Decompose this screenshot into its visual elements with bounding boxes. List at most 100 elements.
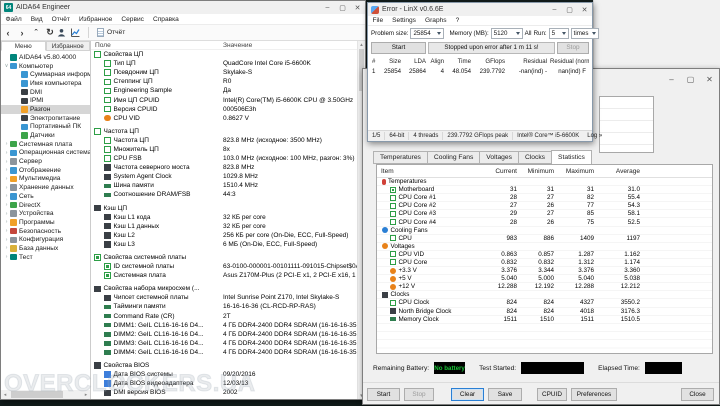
field-row[interactable]: DIMM1: GeIL CL16-16-16 D4... 4 ГБ DDR4-2… — [91, 321, 357, 330]
scrollbar-thumb[interactable] — [11, 391, 63, 398]
log-link[interactable]: Log » — [583, 132, 606, 140]
close-button[interactable]: Close — [681, 388, 714, 401]
linx-titlebar[interactable]: Error - LinX v0.6.6E – ▢ ✕ — [368, 3, 592, 16]
stats-row[interactable]: Voltages — [377, 243, 712, 251]
stats-row[interactable]: CPU Core 0.832 0.832 1.312 1.174 — [377, 259, 712, 268]
tree-item[interactable]: AIDA64 v5.80.4000 — [1, 53, 90, 62]
memory-all-label[interactable]: All — [525, 30, 532, 37]
stats-row[interactable]: CPU 983 886 1409 1197 — [377, 235, 712, 243]
tree-item[interactable]: DMI — [1, 88, 90, 97]
tree-item[interactable]: › Сеть — [1, 192, 90, 201]
menu-file[interactable]: Файл — [1, 16, 26, 23]
field-row[interactable]: Кэш L3 6 МБ (On-Die, ECC, Full-Speed) — [91, 240, 357, 249]
stats-row[interactable]: CPU VID 0.863 0.857 1.287 1.162 — [377, 251, 712, 259]
tree-expander-icon[interactable]: › — [3, 167, 10, 173]
stats-row[interactable]: CPU Core #2 27 26 77 54.3 — [377, 202, 712, 211]
stats-row[interactable]: Motherboard 31 31 31 31.0 — [377, 186, 712, 195]
stats-row[interactable]: CPU Core #3 29 27 85 58.1 — [377, 210, 712, 219]
stats-row[interactable]: CPU Core #1 28 27 82 55.4 — [377, 194, 712, 203]
forward-icon[interactable]: › — [15, 28, 29, 38]
field-row[interactable]: Кэш L1 данных 32 КБ per core — [91, 222, 357, 231]
tree-expander-icon[interactable]: › — [3, 254, 10, 260]
tree-item[interactable]: Электропитание — [1, 114, 90, 123]
tree-item[interactable]: › Тест — [1, 253, 90, 262]
tree-item[interactable]: › Хранение данных — [1, 183, 90, 192]
field-row[interactable]: DIMM3: GeIL CL16-16-16 D4... 4 ГБ DDR4-2… — [91, 339, 357, 348]
problem-size-select[interactable]: 25854 — [410, 27, 445, 39]
stop-button[interactable]: Stop — [404, 388, 434, 401]
maximize-icon[interactable]: ▢ — [681, 73, 700, 87]
save-button[interactable]: Save — [488, 388, 522, 401]
back-icon[interactable]: ‹ — [1, 28, 15, 38]
menu-graphs[interactable]: Graphs — [420, 17, 451, 24]
field-row[interactable]: Кэш ЦП — [91, 204, 357, 213]
tree-item[interactable]: › Сервер — [1, 157, 90, 166]
tree-expander-icon[interactable]: › — [3, 202, 10, 208]
aida64-titlebar[interactable]: 64 AIDA64 Engineer – ▢ ✕ — [1, 1, 365, 14]
tree-item[interactable]: › DirectX — [1, 201, 90, 210]
stats-row[interactable]: Clocks — [377, 291, 712, 300]
report-button[interactable]: Отчёт — [92, 26, 130, 39]
field-row[interactable]: Системная плата Asus Z170M-Plus (2 PCI-E… — [91, 271, 357, 280]
field-row[interactable]: Дата BIOS видеоадаптера 12/03/13 — [91, 379, 357, 388]
field-row[interactable]: Имя ЦП CPUID Intel(R) Core(TM) i5-6600K … — [91, 95, 357, 104]
tree-item[interactable]: ∨ Компьютер — [1, 62, 90, 71]
tree-expander-icon[interactable]: › — [3, 228, 10, 234]
cpuid-button[interactable]: CPUID — [537, 388, 567, 401]
stats-row[interactable]: CPU Core #4 28 26 75 52.5 — [377, 218, 712, 227]
start-button[interactable]: Start — [367, 388, 400, 401]
menu-help[interactable]: Справка — [148, 16, 183, 23]
minimize-icon[interactable]: – — [547, 3, 562, 16]
tree-item[interactable]: Разгон — [1, 105, 90, 114]
menu-help[interactable]: ? — [451, 17, 464, 24]
field-row[interactable]: Степпинг ЦП R0 — [91, 77, 357, 86]
field-row[interactable]: Кэш L2 256 КБ per core (On-Die, ECC, Ful… — [91, 231, 357, 240]
stop-button[interactable]: Stop — [557, 41, 589, 54]
tree-expander-icon[interactable]: › — [3, 176, 10, 182]
tree-item[interactable]: › База данных — [1, 244, 90, 253]
field-row[interactable]: Свойства BIOS — [91, 361, 357, 370]
field-row[interactable]: Соотношение DRAM/FSB 44:3 — [91, 190, 357, 199]
run-unit-select[interactable]: times — [570, 27, 599, 39]
menu-file[interactable]: File — [368, 17, 388, 24]
tree-expander-icon[interactable]: › — [3, 193, 10, 199]
field-row[interactable]: Свойства системной платы — [91, 253, 357, 262]
stats-row[interactable]: Cooling Fans — [377, 227, 712, 235]
field-row[interactable]: Псевдоним ЦП Skylake-S — [91, 68, 357, 77]
menu-tools[interactable]: Сервис — [117, 16, 149, 23]
memory-select[interactable]: 5120 — [490, 27, 523, 39]
tree-expander-icon[interactable]: › — [3, 245, 10, 251]
run-count-select[interactable]: 5 — [548, 27, 569, 39]
start-button[interactable]: Start — [371, 41, 426, 54]
field-row[interactable]: Свойства ЦП — [91, 50, 357, 59]
field-row[interactable]: Свойства набора микросхем (... — [91, 284, 357, 293]
tree-item[interactable]: Суммарная информация — [1, 70, 90, 79]
tab-voltages[interactable]: Voltages — [479, 151, 518, 164]
close-icon[interactable]: ✕ — [577, 3, 592, 16]
sidebar-tab-menu[interactable]: Меню — [1, 41, 46, 51]
sidebar-tab-favorites[interactable]: Избранное — [45, 41, 90, 51]
tree-expander-icon[interactable]: › — [3, 185, 10, 191]
tree-expander-icon[interactable]: › — [3, 150, 10, 156]
field-row[interactable]: Тайминги памяти 16-16-16-36 (CL-RCD-RP-R… — [91, 302, 357, 311]
minimize-icon[interactable]: – — [662, 73, 681, 87]
tab-statistics[interactable]: Statistics — [551, 150, 592, 164]
field-row[interactable]: Шина памяти 1510.4 MHz — [91, 181, 357, 190]
menu-view[interactable]: Вид — [26, 16, 47, 23]
tree-expander-icon[interactable]: › — [3, 211, 10, 217]
field-row[interactable]: Engineering Sample Да — [91, 86, 357, 95]
maximize-icon[interactable]: ▢ — [335, 1, 350, 14]
menu-report[interactable]: Отчёт — [47, 16, 74, 23]
tree-expander-icon[interactable]: ∨ — [3, 63, 10, 69]
tree-item[interactable]: › Отображение — [1, 166, 90, 175]
tree-expander-icon[interactable]: › — [3, 219, 10, 225]
field-row[interactable]: Частота ЦП 823.8 MHz (исходное: 3500 MHz… — [91, 136, 357, 145]
tab-cooling-fans[interactable]: Cooling Fans — [426, 151, 480, 164]
stats-row[interactable]: Temperatures — [377, 178, 712, 187]
field-row[interactable]: Частота северного моста 823.8 MHz — [91, 163, 357, 172]
tree-item[interactable]: › Системная плата — [1, 140, 90, 149]
tree-item[interactable]: Имя компьютера — [1, 79, 90, 88]
stats-row[interactable]: North Bridge Clock 824 824 4018 3176.3 — [377, 308, 712, 316]
field-row[interactable]: System Agent Clock 1029.8 MHz — [91, 172, 357, 181]
column-field[interactable]: Поле — [91, 42, 223, 49]
